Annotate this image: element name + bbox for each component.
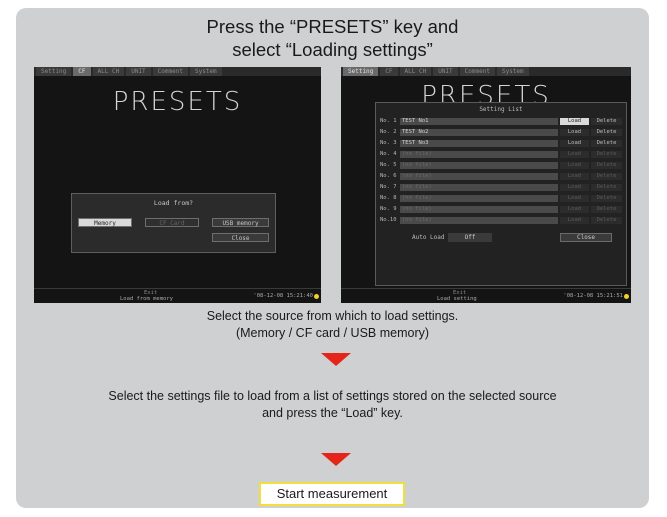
tab-unit[interactable]: UNIT [433, 67, 458, 76]
clock-readout: '08-12-08 15:21:40 [253, 293, 313, 299]
heading-line-1: Press the “PRESETS” key and [206, 16, 459, 37]
setting-row: No. 9 (no file) Load Delete [380, 205, 622, 214]
row-number: No. 2 [380, 129, 397, 135]
row-number: No. 8 [380, 195, 397, 201]
delete-button[interactable]: Delete [591, 129, 622, 136]
row-number: No. 6 [380, 173, 397, 179]
tab-cf[interactable]: CF [380, 67, 398, 76]
setting-name: (no file) [400, 184, 558, 191]
dialog-title: Load from? [153, 199, 194, 207]
load-button[interactable]: Load [560, 118, 589, 125]
setting-name: (no file) [400, 217, 558, 224]
load-from-dialog: Load from? Memory CF Card USB memory Clo… [71, 193, 276, 253]
delete-button[interactable]: Delete [591, 217, 622, 224]
setting-row: No. 3 TEST No3 Load Delete [380, 139, 622, 148]
step1-line-2: (Memory / CF card / USB memory) [235, 326, 430, 340]
tab-bar: Setting CF ALL CH UNIT Comment System [341, 67, 631, 76]
load-button[interactable]: Load [560, 129, 589, 136]
footer-status: Load setting [437, 296, 477, 302]
row-number: No. 7 [380, 184, 397, 190]
screen-footer: Exit Load from memory '08-12-08 15:21:40 [34, 288, 321, 303]
usb-memory-button[interactable]: USB memory [212, 218, 269, 227]
delete-button[interactable]: Delete [591, 184, 622, 191]
setting-list-dialog: Setting List No. 1 TEST No1 Load Delete … [375, 102, 627, 286]
screen-title: PRESETS [112, 87, 243, 117]
list-title: Setting List [479, 106, 523, 113]
memory-button[interactable]: Memory [78, 218, 132, 227]
tab-comment[interactable]: Comment [152, 67, 188, 76]
tab-comment[interactable]: Comment [459, 67, 495, 76]
load-button[interactable]: Load [560, 184, 589, 191]
load-button[interactable]: Load [560, 206, 589, 213]
delete-button[interactable]: Delete [591, 118, 622, 125]
setting-name: TEST No3 [400, 140, 558, 147]
setting-row: No. 1 TEST No1 Load Delete [380, 117, 622, 126]
setting-row: No. 8 (no file) Load Delete [380, 194, 622, 203]
row-number: No. 1 [380, 118, 397, 124]
setting-row: No. 2 TEST No2 Load Delete [380, 128, 622, 137]
row-number: No. 3 [380, 140, 397, 146]
device-screen-setting-list: Setting CF ALL CH UNIT Comment System PR… [341, 67, 631, 303]
delete-button[interactable]: Delete [591, 173, 622, 180]
tab-setting[interactable]: Setting [36, 67, 72, 76]
setting-name: TEST No2 [400, 129, 558, 136]
row-number: No.10 [380, 217, 397, 223]
device-screen-load-from: Setting CF ALL CH UNIT Comment System PR… [34, 67, 321, 303]
load-button[interactable]: Load [560, 195, 589, 202]
setting-name: (no file) [400, 151, 558, 158]
step2-line-1: Select the settings file to load from a … [108, 389, 557, 403]
clock-readout: '08-12-08 15:21:51 [563, 293, 623, 299]
step2-line-2: and press the “Load” key. [262, 406, 403, 420]
tab-bar: Setting CF ALL CH UNIT Comment System [34, 67, 321, 76]
setting-row: No.10 (no file) Load Delete [380, 216, 622, 225]
setting-name: (no file) [400, 195, 558, 202]
auto-load-label: Auto Load [412, 234, 445, 241]
load-button[interactable]: Load [560, 151, 589, 158]
tab-all-ch[interactable]: ALL CH [92, 67, 125, 76]
tab-cf[interactable]: CF [73, 67, 91, 76]
instruction-panel: Press the “PRESETS” key and select “Load… [16, 8, 649, 508]
setting-row: No. 6 (no file) Load Delete [380, 172, 622, 181]
tab-system[interactable]: System [496, 67, 529, 76]
setting-name: (no file) [400, 162, 558, 169]
auto-load-toggle[interactable]: Off [448, 233, 492, 242]
load-button[interactable]: Load [560, 217, 589, 224]
start-measurement-button[interactable]: Start measurement [259, 482, 405, 506]
load-button[interactable]: Load [560, 162, 589, 169]
heading-line-2: select “Loading settings” [232, 39, 433, 60]
cf-card-button[interactable]: CF Card [145, 218, 199, 227]
setting-name: (no file) [400, 173, 558, 180]
close-button[interactable]: Close [212, 233, 269, 242]
setting-row: No. 5 (no file) Load Delete [380, 161, 622, 170]
tab-system[interactable]: System [189, 67, 222, 76]
row-number: No. 4 [380, 151, 397, 157]
screen-footer: Exit Load setting '08-12-08 15:21:51 [341, 288, 631, 303]
setting-name: TEST No1 [400, 118, 558, 125]
status-led-icon [314, 294, 319, 299]
delete-button[interactable]: Delete [591, 195, 622, 202]
down-arrow-icon [321, 353, 351, 366]
down-arrow-icon [321, 453, 351, 466]
tab-all-ch[interactable]: ALL CH [399, 67, 432, 76]
close-button[interactable]: Close [560, 233, 612, 242]
setting-name: (no file) [400, 206, 558, 213]
tab-setting[interactable]: Setting [343, 67, 379, 76]
footer-status: Load from memory [120, 296, 173, 302]
delete-button[interactable]: Delete [591, 162, 622, 169]
delete-button[interactable]: Delete [591, 151, 622, 158]
step1-line-1: Select the source from which to load set… [206, 309, 459, 323]
load-button[interactable]: Load [560, 173, 589, 180]
row-number: No. 9 [380, 206, 397, 212]
tab-unit[interactable]: UNIT [126, 67, 151, 76]
setting-row: No. 7 (no file) Load Delete [380, 183, 622, 192]
row-number: No. 5 [380, 162, 397, 168]
status-led-icon [624, 294, 629, 299]
setting-row: No. 4 (no file) Load Delete [380, 150, 622, 159]
load-button[interactable]: Load [560, 140, 589, 147]
delete-button[interactable]: Delete [591, 206, 622, 213]
delete-button[interactable]: Delete [591, 140, 622, 147]
